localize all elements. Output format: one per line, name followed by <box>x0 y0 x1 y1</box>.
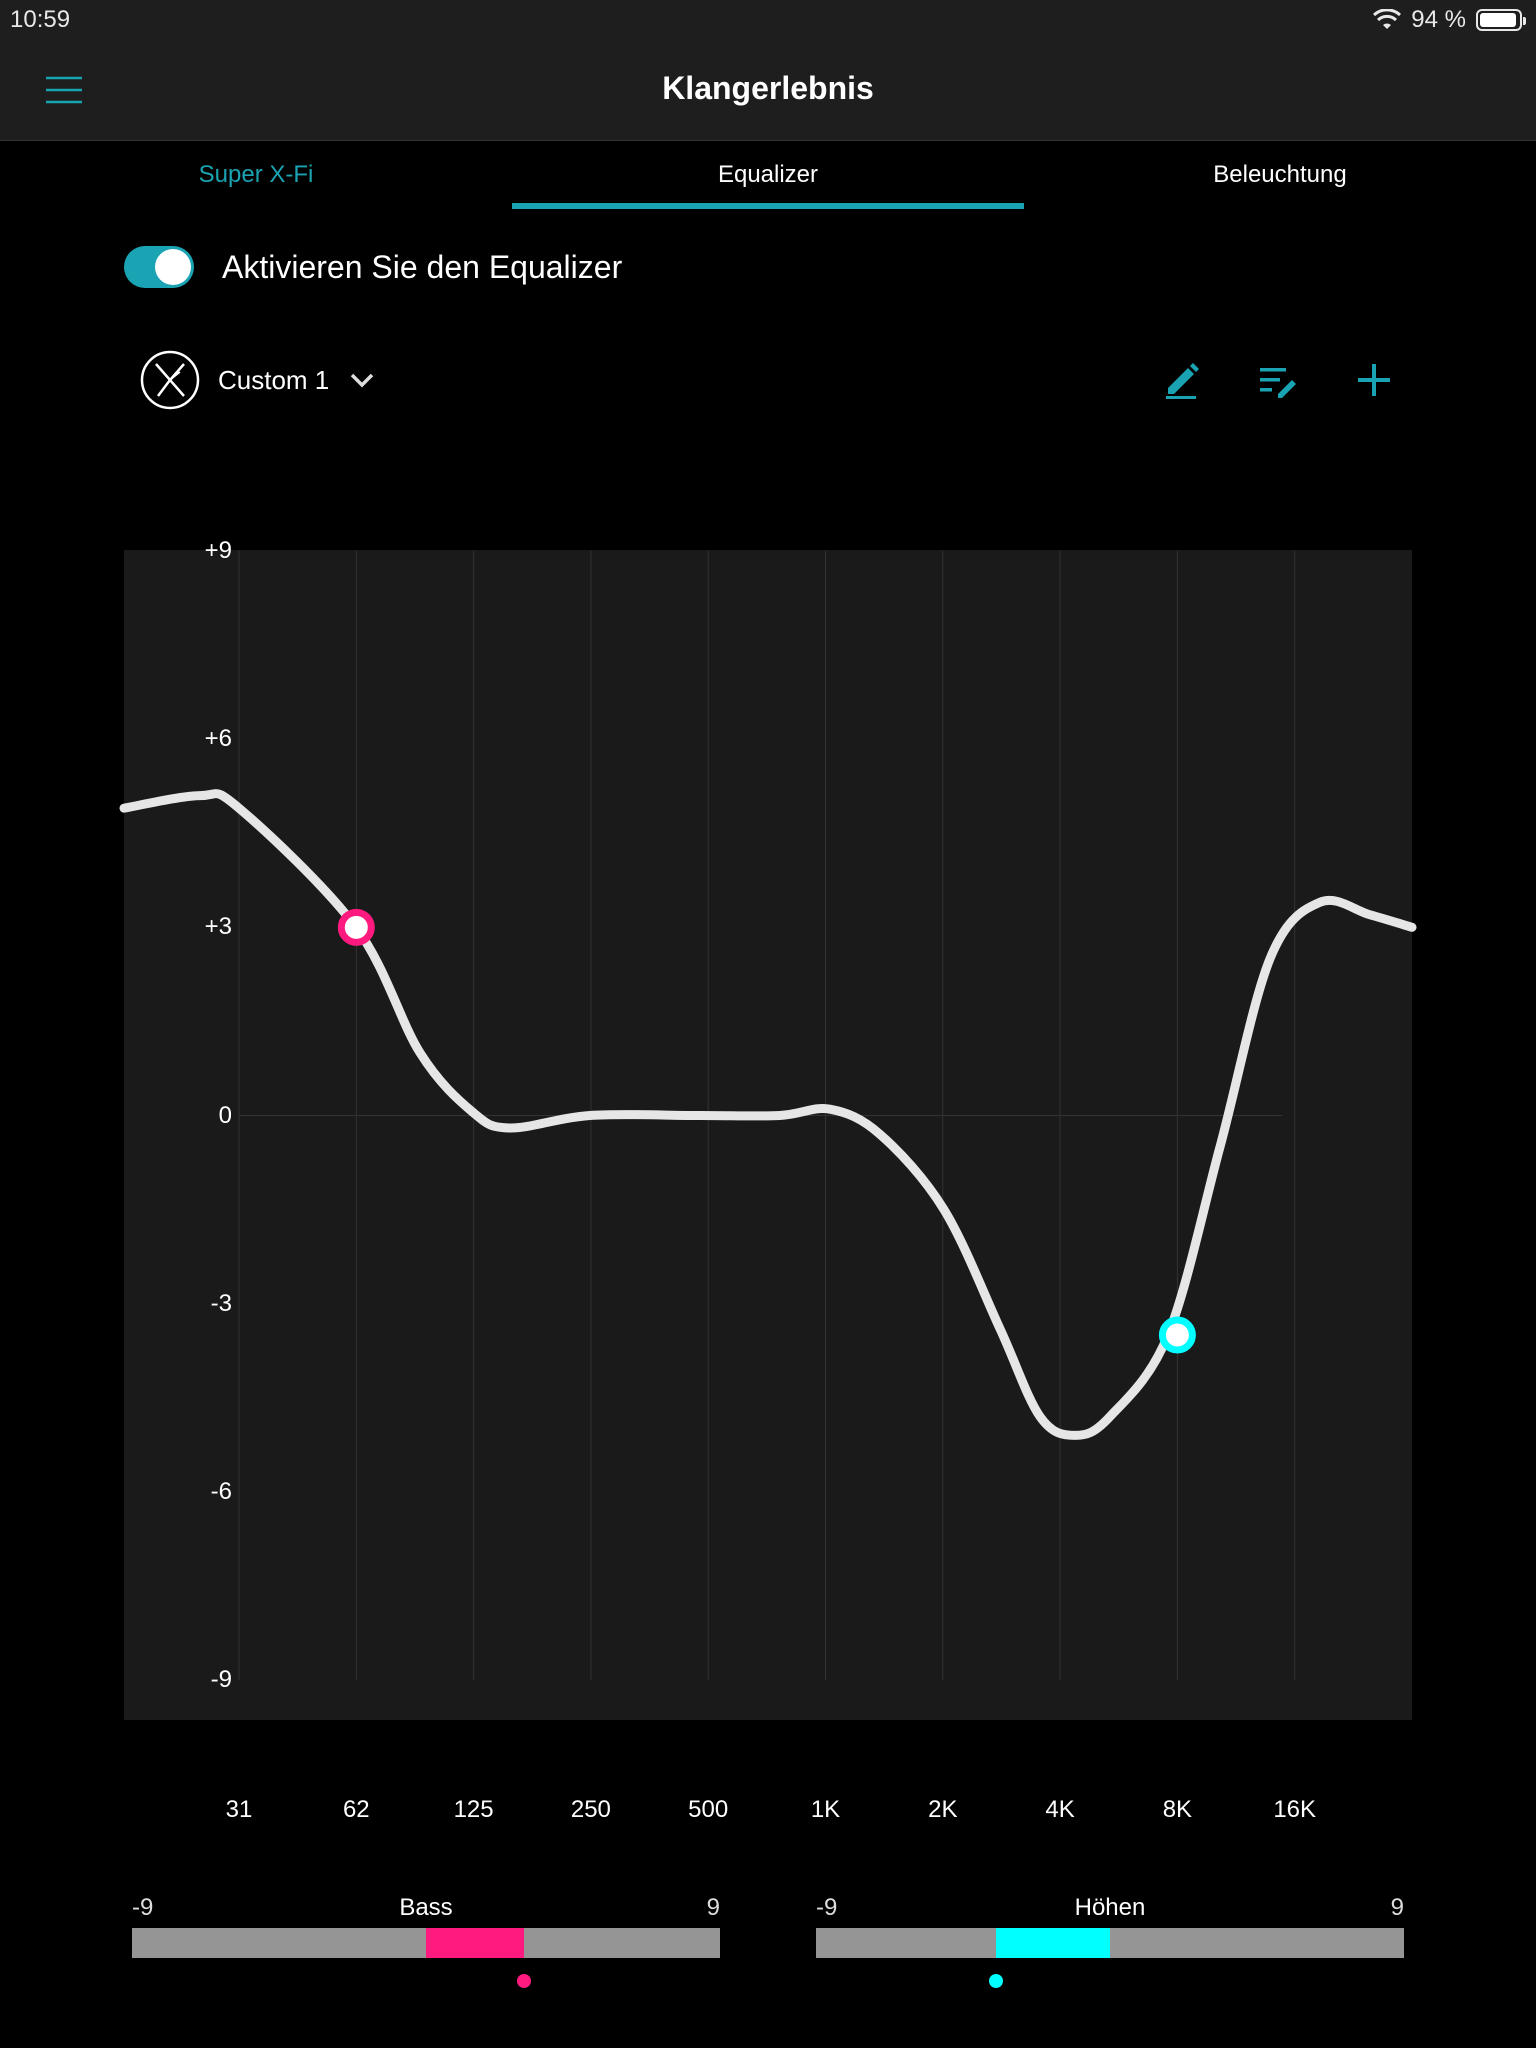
treble-slider-indicator[interactable] <box>988 1974 1003 1988</box>
treble-title: Höhen <box>1074 1894 1146 1921</box>
band-label-16K: 16K <box>1273 1796 1317 1823</box>
bass-max-label: 9 <box>706 1894 720 1921</box>
treble-slider-track[interactable] <box>816 1928 1404 1958</box>
bass-slider: -9 Bass 9 <box>132 1894 720 1988</box>
y-tick-label: -3 <box>210 1289 232 1317</box>
band-label-250: 250 <box>570 1796 611 1823</box>
band-label-2K: 2K <box>928 1796 958 1823</box>
y-tick-label: +6 <box>204 725 232 753</box>
y-tick-label: +3 <box>204 913 232 941</box>
bass-slider-indicator[interactable] <box>517 1974 531 1988</box>
bass-slider-fill <box>426 1928 524 1958</box>
y-tick-label: 0 <box>218 1101 232 1129</box>
band-label-4K: 4K <box>1045 1796 1075 1823</box>
bass-slider-track[interactable] <box>132 1928 720 1958</box>
band-label-8K: 8K <box>1162 1796 1193 1823</box>
band-label-500: 500 <box>688 1796 729 1823</box>
y-tick-label: +9 <box>204 537 232 564</box>
band-label-1K: 1K <box>810 1796 841 1823</box>
band-label-125: 125 <box>453 1796 494 1823</box>
band-label-62: 62 <box>342 1796 370 1823</box>
bass-title: Bass <box>399 1894 453 1921</box>
treble-handle[interactable] <box>1158 1316 1196 1354</box>
treble-slider: -9 Höhen 9 <box>816 1894 1404 1988</box>
treble-max-label: 9 <box>1390 1894 1404 1921</box>
y-tick-label: -9 <box>210 1666 232 1693</box>
treble-slider-fill <box>995 1928 1110 1958</box>
bass-handle[interactable] <box>337 908 375 946</box>
band-label-31: 31 <box>225 1796 253 1823</box>
y-tick-label: -6 <box>210 1477 232 1505</box>
